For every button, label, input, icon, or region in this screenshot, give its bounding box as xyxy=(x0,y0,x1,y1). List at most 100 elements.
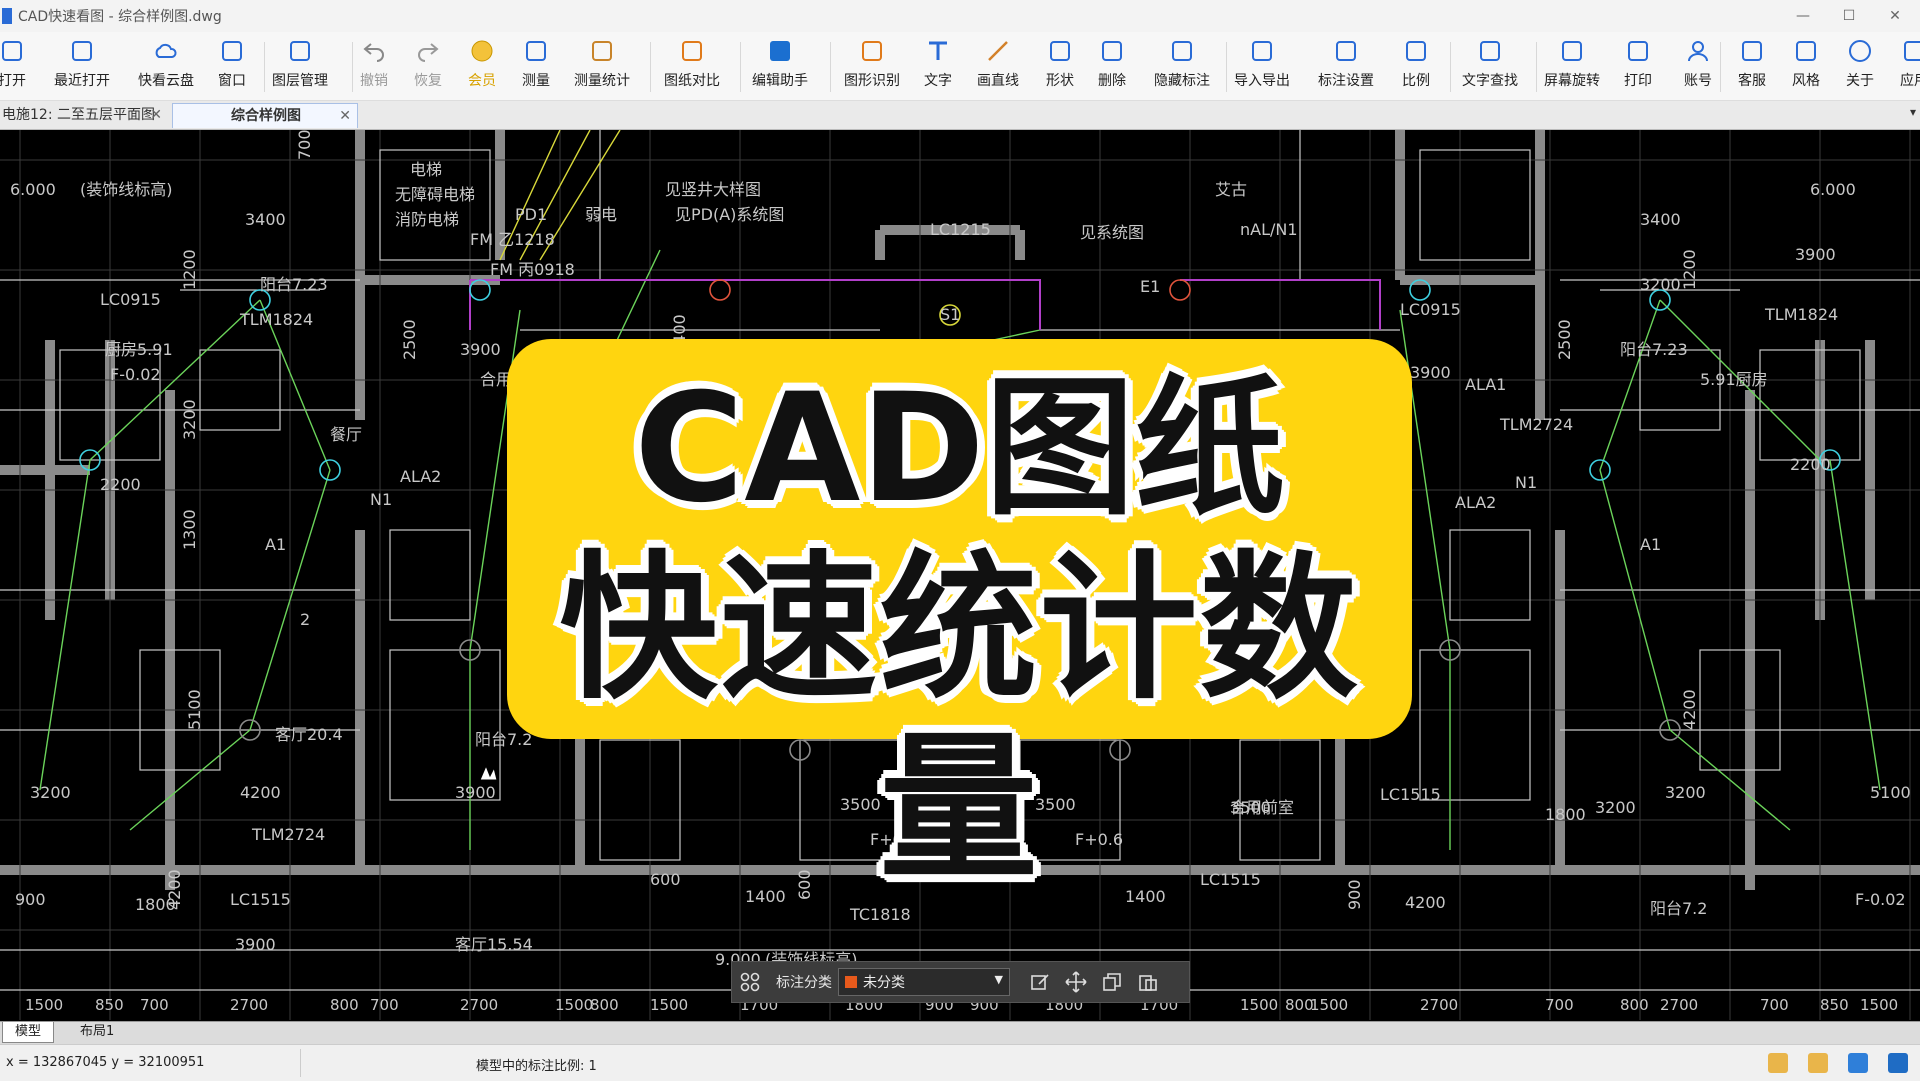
tab-list-dropdown-icon[interactable]: ▾ xyxy=(1910,105,1916,119)
toolbar-window-button[interactable]: 窗口 xyxy=(204,38,260,96)
edit-icon[interactable] xyxy=(1022,967,1058,997)
drawing-label: (装饰线标高) xyxy=(80,180,173,199)
toolbar-redo-button[interactable]: 恢复 xyxy=(400,38,456,96)
toolbar-hide-anno-button[interactable]: 隐藏标注 xyxy=(1154,38,1210,96)
drawing-label: 2 xyxy=(300,610,310,629)
annotation-scale-text: 模型中的标注比例: 1 xyxy=(476,1059,597,1074)
toolbar-line-button[interactable]: 画直线 xyxy=(970,38,1026,96)
toolbar-edit-assist-label: 编辑助手 xyxy=(752,73,808,89)
toolbar-print-button[interactable]: 打印 xyxy=(1610,38,1666,96)
eraser-icon xyxy=(1099,38,1125,64)
drawing-label: 阳台7.23 xyxy=(1620,340,1688,359)
status-bar: x = 132867045 y = 32100951 模型中的标注比例: 1 xyxy=(0,1044,1920,1081)
toolbar-about-button[interactable]: 关于 xyxy=(1832,38,1888,96)
toolbar-rotate-button[interactable]: 屏幕旋转 xyxy=(1544,38,1600,96)
drawing-label: nAL/N1 xyxy=(1240,220,1298,239)
paste-icon[interactable] xyxy=(1130,967,1166,997)
dimension-label: 850 xyxy=(1820,996,1849,1014)
toolbar-undo-button[interactable]: 撤销 xyxy=(346,38,402,96)
drawing-label: 见竖井大样图 xyxy=(665,180,761,199)
toolbar-line-label: 画直线 xyxy=(977,73,1019,89)
toolbar-text-search-button[interactable]: 文字查找 xyxy=(1462,38,1518,96)
shape-recognize-icon xyxy=(859,38,885,64)
drawing-label: 3900 xyxy=(1410,363,1451,382)
toolbar-shape-button[interactable]: 形状 xyxy=(1032,38,1088,96)
drawing-label: 厨房5.91 xyxy=(105,340,173,359)
fullscreen-icon[interactable] xyxy=(1888,1053,1908,1073)
dimension-label: 2700 xyxy=(1420,996,1458,1014)
furniture-outline xyxy=(1419,149,1531,261)
dimension-label: 1500 xyxy=(1310,996,1348,1014)
toolbar-hide-anno-label: 隐藏标注 xyxy=(1154,73,1210,89)
drawing-label: 6.000 xyxy=(1810,180,1856,199)
minimize-button[interactable]: — xyxy=(1780,0,1826,32)
toolbar-cloud-button[interactable]: 快看云盘 xyxy=(138,38,194,96)
toolbar-import-export-button[interactable]: 导入导出 xyxy=(1234,38,1290,96)
annotation-toggle-icon[interactable] xyxy=(1848,1053,1868,1073)
toolbar-account-label: 账号 xyxy=(1684,73,1712,89)
toolbar-scale-label: 比例 xyxy=(1402,73,1430,89)
toolbar-recent-button[interactable]: 最近打开 xyxy=(54,38,110,96)
toolbar-edit-assist-button[interactable]: 编辑助手 xyxy=(752,38,808,96)
toolbar-delete-button[interactable]: 删除 xyxy=(1084,38,1140,96)
status-divider xyxy=(300,1049,301,1077)
toolbar-shape-recog-label: 图形识别 xyxy=(844,73,900,89)
toolbar-style-button[interactable]: 风格 xyxy=(1778,38,1834,96)
tab-layout1[interactable]: 布局1 xyxy=(68,1022,126,1042)
dimension-label: 800 xyxy=(330,996,359,1014)
toolbar-separator xyxy=(1720,42,1721,92)
toolbar-anno-settings-button[interactable]: 标注设置 xyxy=(1318,38,1374,96)
toolbar-open-button[interactable]: 打开 xyxy=(0,38,40,96)
toolbar-service-button[interactable]: 客服 xyxy=(1724,38,1780,96)
toolbar-vip-button[interactable]: 会员 xyxy=(454,38,510,96)
close-window-button[interactable]: ✕ xyxy=(1872,0,1918,32)
ortho-icon[interactable] xyxy=(1808,1053,1828,1073)
vip-icon xyxy=(469,38,495,64)
dimension-label: 700 xyxy=(1545,996,1574,1014)
toolbar-text-search-label: 文字查找 xyxy=(1462,73,1518,89)
copy-icon[interactable] xyxy=(1094,967,1130,997)
maximize-button[interactable]: ☐ xyxy=(1826,0,1872,32)
drawing-label: N1 xyxy=(370,490,392,509)
folder-icon xyxy=(0,38,25,64)
tab-model[interactable]: 模型 xyxy=(2,1022,55,1043)
tab-sample-drawing[interactable]: 综合样例图 ✕ xyxy=(172,103,358,128)
move-icon[interactable] xyxy=(1058,967,1094,997)
toolbar-separator xyxy=(830,42,831,92)
toolbar-scale-button[interactable]: 比例 xyxy=(1388,38,1444,96)
category-color-swatch xyxy=(845,976,857,988)
snap-icon[interactable] xyxy=(1768,1053,1788,1073)
toolbar-apps-button[interactable]: 应用 xyxy=(1886,38,1920,96)
toolbar-shape-recog-button[interactable]: 图形识别 xyxy=(844,38,900,96)
toolbar-shape-label: 形状 xyxy=(1046,73,1074,89)
drawing-label: 2200 xyxy=(100,475,141,494)
chart-icon xyxy=(589,38,615,64)
toolbar-compare-label: 图纸对比 xyxy=(664,73,720,89)
drawing-label: 5.91厨房 xyxy=(1700,370,1768,389)
tab-electrical-plan[interactable]: 电施12: 二至五层平面图 ✕ xyxy=(0,103,168,127)
drawing-label: FM 丙0918 xyxy=(490,260,575,279)
drawing-label: LC0915 xyxy=(1400,300,1461,319)
toolbar-text-button[interactable]: 文字 xyxy=(910,38,966,96)
drawing-label: 阳台7.23 xyxy=(260,275,328,294)
toolbar-text-label: 文字 xyxy=(924,73,952,89)
grid-apps-icon[interactable] xyxy=(732,967,768,997)
drawing-label: 3200 xyxy=(1595,798,1636,817)
drawing-label: 3200 xyxy=(1640,275,1681,294)
drawing-label: 6.000 xyxy=(10,180,56,199)
dimension-label: 1500 xyxy=(1240,996,1278,1014)
close-tab-icon[interactable]: ✕ xyxy=(339,104,351,128)
category-select[interactable]: 未分类 ▼ xyxy=(838,968,1010,996)
toolbar-compare-button[interactable]: 图纸对比 xyxy=(664,38,720,96)
drawing-label: TLM2724 xyxy=(1499,415,1573,434)
toolbar-measure-button[interactable]: 测量 xyxy=(508,38,564,96)
text-search-icon xyxy=(1477,38,1503,64)
redo-icon xyxy=(415,38,441,64)
cube-icon xyxy=(1901,38,1920,64)
drawing-label: N1 xyxy=(1515,473,1537,492)
toolbar-window-label: 窗口 xyxy=(218,73,246,89)
toolbar-measure-stats-button[interactable]: 测量统计 xyxy=(574,38,630,96)
toolbar-account-button[interactable]: 账号 xyxy=(1670,38,1726,96)
close-tab-icon[interactable]: ✕ xyxy=(150,103,162,127)
toolbar-layers-button[interactable]: 图层管理 xyxy=(272,38,328,96)
